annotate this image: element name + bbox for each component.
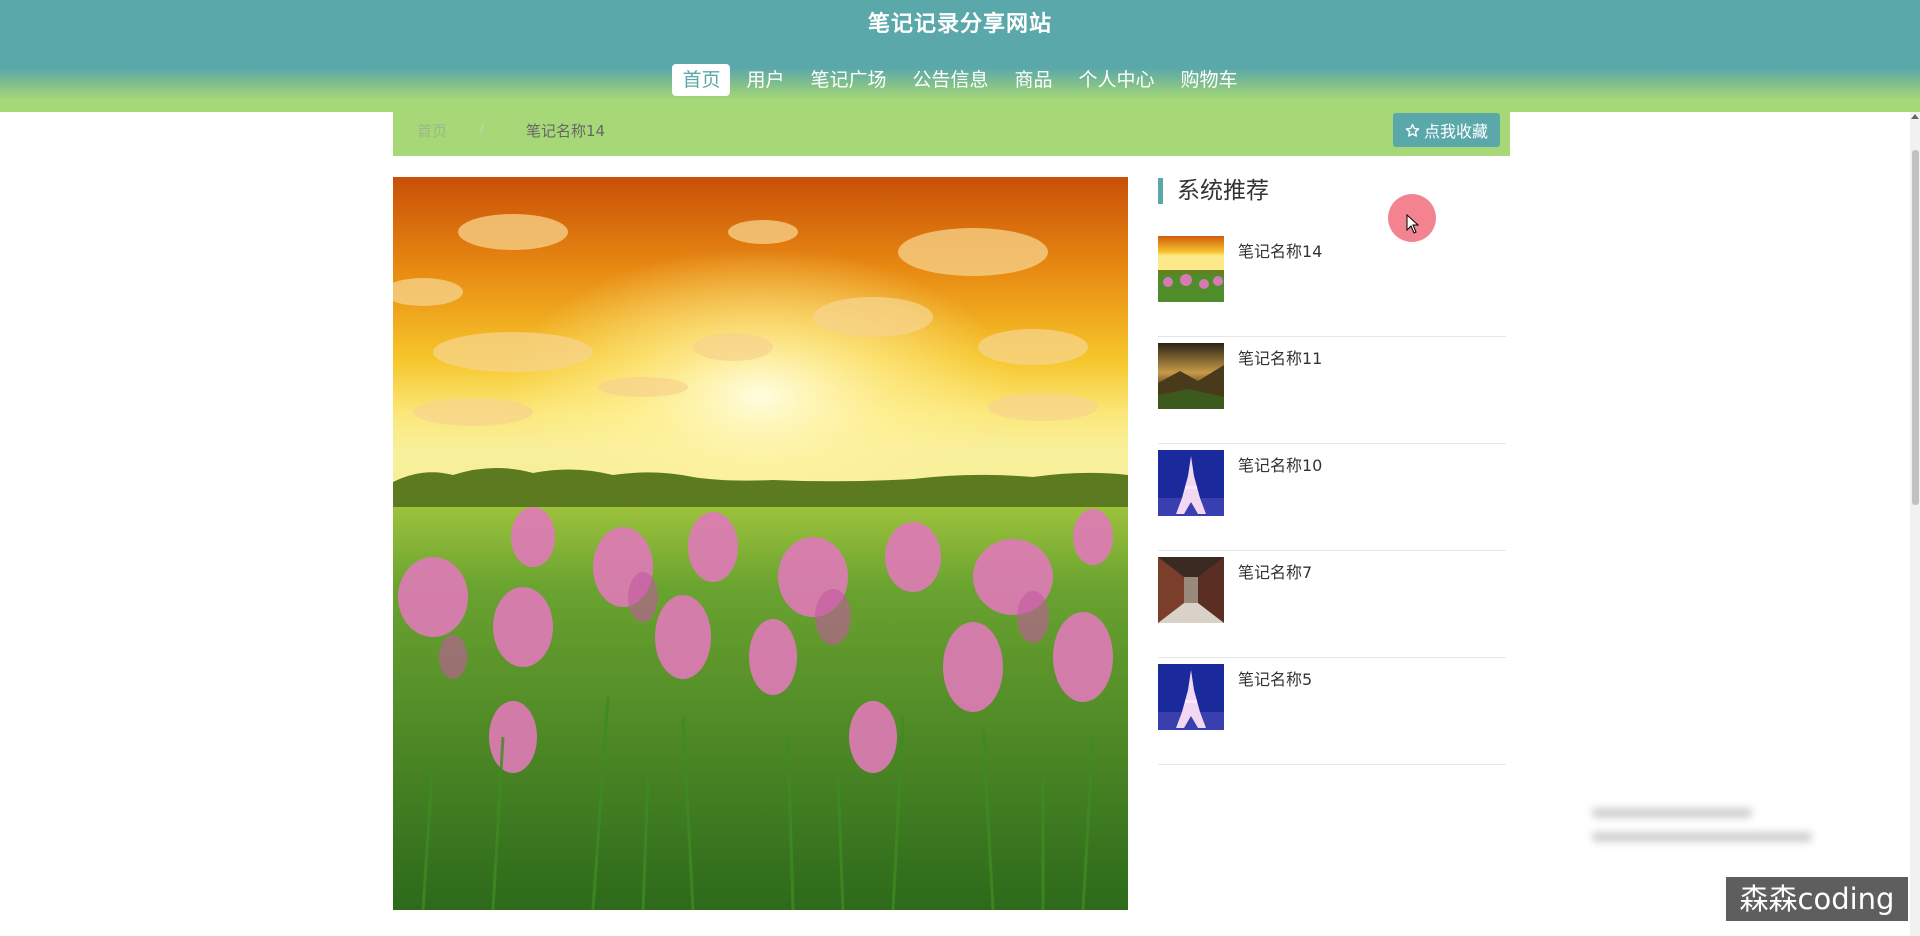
nav-item-products[interactable]: 商品	[1005, 64, 1063, 96]
thumb-mountain-dusk-image	[1158, 343, 1224, 409]
main-nav: 首页 用户 笔记广场 公告信息 商品 个人中心 购物车	[0, 64, 1920, 96]
favorite-button-label: 点我收藏	[1423, 122, 1488, 141]
favorite-button[interactable]: 点我收藏	[1392, 113, 1500, 147]
breadcrumb-current: 笔记名称14	[526, 122, 606, 140]
sidebar-title: 系统推荐	[1158, 178, 1269, 204]
breadcrumb-home-link[interactable]: 首页	[417, 120, 447, 141]
blurred-overlay	[1592, 800, 1822, 860]
recommend-list: 笔记名称14 笔记名称11 笔记名称10 笔记名称7 笔记名称5	[1158, 230, 1506, 765]
recommend-item[interactable]: 笔记名称10	[1158, 444, 1506, 551]
nav-item-announcements[interactable]: 公告信息	[902, 64, 998, 96]
recommend-item[interactable]: 笔记名称7	[1158, 551, 1506, 658]
recommend-item[interactable]: 笔记名称14	[1158, 230, 1506, 337]
star-outline-icon	[1405, 123, 1420, 138]
video-watermark: 森森coding	[1726, 877, 1908, 921]
mouse-cursor-icon	[1406, 213, 1420, 238]
nav-item-users[interactable]: 用户	[736, 64, 794, 96]
recommend-item-name: 笔记名称14	[1238, 242, 1323, 261]
nav-item-notes-square[interactable]: 笔记广场	[800, 64, 896, 96]
recommend-item-name: 笔记名称10	[1238, 456, 1323, 475]
note-main-image	[393, 177, 1128, 910]
breadcrumb: 首页 / 笔记名称14 点我收藏	[393, 112, 1510, 156]
recommend-item-name: 笔记名称11	[1238, 349, 1323, 368]
recommend-item[interactable]: 笔记名称5	[1158, 658, 1506, 765]
nav-item-home[interactable]: 首页	[672, 64, 731, 96]
thumb-eiffel-tower-image	[1158, 450, 1224, 516]
thumb-sunset-field-image	[1158, 236, 1224, 302]
thumb-eiffel-tower-image	[1158, 664, 1224, 730]
recommend-item-name: 笔记名称5	[1238, 670, 1313, 689]
recommend-item[interactable]: 笔记名称11	[1158, 337, 1506, 444]
nav-item-personal-center[interactable]: 个人中心	[1069, 64, 1165, 96]
site-title: 笔记记录分享网站	[867, 12, 1052, 37]
thumb-corridor-image	[1158, 557, 1224, 623]
scrollbar-thumb[interactable]	[1912, 150, 1919, 505]
recommend-item-name: 笔记名称7	[1238, 563, 1313, 582]
site-header: 笔记记录分享网站 首页 用户 笔记广场 公告信息 商品 个人中心 购物车	[0, 0, 1920, 112]
scroll-up-arrow-icon[interactable]	[1911, 114, 1919, 119]
breadcrumb-separator: /	[479, 120, 485, 138]
nav-item-cart[interactable]: 购物车	[1171, 64, 1248, 96]
